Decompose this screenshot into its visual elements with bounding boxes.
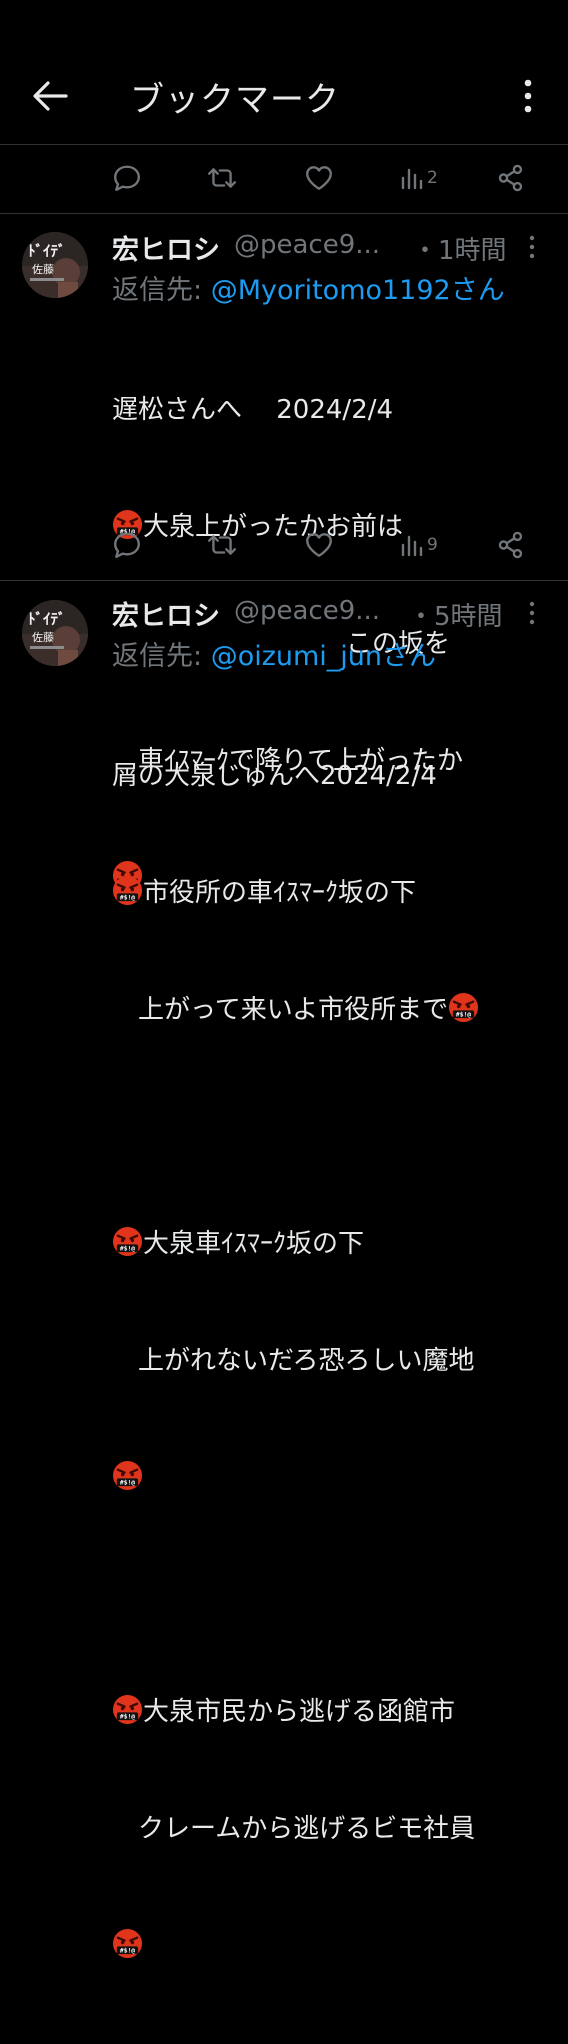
views-count: 9 xyxy=(427,535,438,555)
repost-arrows-icon xyxy=(206,530,238,560)
heart-icon xyxy=(304,163,334,193)
reply-mention-link[interactable]: @oizumi_junさん xyxy=(211,641,436,672)
face-with-symbols-on-mouth-emoji xyxy=(112,1928,143,1959)
share-button[interactable] xyxy=(496,529,526,561)
face-with-symbols-on-mouth-emoji xyxy=(112,1460,143,1491)
like-button[interactable] xyxy=(304,162,334,194)
comment-bubble-icon xyxy=(112,530,142,560)
tweet-action-bar: 9 xyxy=(0,525,568,565)
vertical-dots-icon xyxy=(524,79,532,113)
tweet-timestamp[interactable]: ・1時間 xyxy=(412,230,507,267)
like-button[interactable] xyxy=(304,529,334,561)
tweet-line xyxy=(112,1459,479,1498)
views-button[interactable]: 2 xyxy=(400,162,438,194)
tweet-more-icon[interactable] xyxy=(520,598,544,628)
share-nodes-icon xyxy=(496,163,526,193)
top-app-bar: ブックマーク xyxy=(0,0,568,145)
display-name[interactable]: 宏ヒロシ xyxy=(112,228,220,267)
divider xyxy=(0,213,568,214)
face-with-symbols-on-mouth-emoji xyxy=(112,1694,143,1725)
face-with-symbols-on-mouth-emoji xyxy=(112,1226,143,1257)
reply-context: 返信先: @Myoritomo1192さん xyxy=(112,268,505,307)
face-with-symbols-on-mouth-emoji xyxy=(448,992,479,1023)
tweet-line: クレームから逃げるビモ社員 xyxy=(112,1814,476,1844)
tweet-header: 宏ヒロシ @peace9... ・1時間 xyxy=(112,228,568,267)
tweet-header: 宏ヒロシ @peace9... ・5時間 xyxy=(112,594,568,633)
tweet-line: 上がって来いよ市役所まで xyxy=(112,991,479,1030)
tweet-line: 上がれないだろ恐ろしい魔地 xyxy=(112,1346,475,1376)
tweet-action-bar: 2 xyxy=(0,158,568,198)
reply-button[interactable] xyxy=(112,529,142,561)
user-handle[interactable]: @peace9... xyxy=(234,596,380,626)
repost-button[interactable] xyxy=(206,162,238,194)
divider xyxy=(0,580,568,581)
tweet-line xyxy=(112,1108,479,1147)
views-count: 2 xyxy=(427,168,438,188)
bar-chart-icon xyxy=(400,164,424,192)
reply-context: 返信先: @oizumi_junさん xyxy=(112,634,436,673)
share-button[interactable] xyxy=(496,162,526,194)
face-with-symbols-on-mouth-emoji xyxy=(112,875,143,906)
reply-button[interactable] xyxy=(112,162,142,194)
bar-chart-icon xyxy=(400,531,424,559)
tweet-line: 市役所の車ｲｽﾏｰｸ坂の下 xyxy=(112,874,479,913)
tweet-line: 遅松さんへ 2024/2/4 xyxy=(112,395,394,425)
tweet-more-icon[interactable] xyxy=(520,232,544,262)
avatar[interactable] xyxy=(22,232,88,298)
tweet-text: 屑の大泉じゅんへ2024/2/4 市役所の車ｲｽﾏｰｸ坂の下 上がって来いよ市役… xyxy=(112,679,479,2044)
share-nodes-icon xyxy=(496,530,526,560)
display-name[interactable]: 宏ヒロシ xyxy=(112,594,220,633)
views-button[interactable]: 9 xyxy=(400,529,438,561)
arrow-left-icon xyxy=(33,81,68,111)
heart-icon xyxy=(304,530,334,560)
tweet-line xyxy=(112,1576,479,1615)
back-button[interactable] xyxy=(30,78,70,114)
tweet-line: 屑の大泉じゅんへ2024/2/4 xyxy=(112,761,437,791)
user-handle[interactable]: @peace9... xyxy=(234,230,380,260)
reply-prefix: 返信先: xyxy=(112,275,211,306)
tweet-timestamp[interactable]: ・5時間 xyxy=(408,596,503,633)
tweet-line: 大泉車ｲｽﾏｰｸ坂の下 xyxy=(112,1225,479,1264)
avatar[interactable] xyxy=(22,600,88,666)
tweet-line xyxy=(112,1927,479,1966)
tweet-line: 大泉市民から逃げる函館市 xyxy=(112,1693,479,1732)
reply-prefix: 返信先: xyxy=(112,641,211,672)
comment-bubble-icon xyxy=(112,163,142,193)
repost-button[interactable] xyxy=(206,529,238,561)
page-title: ブックマーク xyxy=(130,80,340,120)
more-options-button[interactable] xyxy=(514,76,542,116)
reply-mention-link[interactable]: @Myoritomo1192さん xyxy=(211,275,505,306)
repost-arrows-icon xyxy=(206,163,238,193)
